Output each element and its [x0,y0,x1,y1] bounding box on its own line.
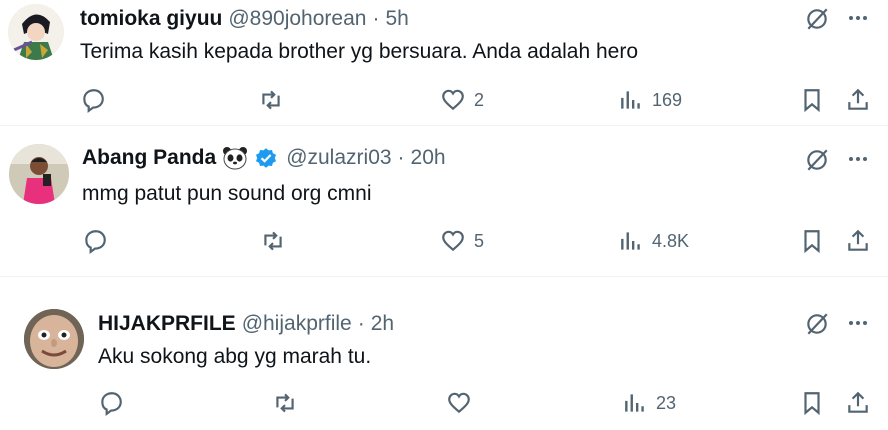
views-button[interactable]: 169 [618,87,682,113]
repost-icon [260,228,286,254]
like-icon [440,228,466,254]
separator-dot: · [397,146,405,169]
like-button[interactable]: 5 [440,228,484,254]
reply-icon [80,87,106,113]
share-icon [845,87,871,113]
repost-button[interactable] [272,390,298,416]
more-icon[interactable] [846,6,870,30]
views-icon [618,87,644,113]
timestamp[interactable]: 2h [371,312,394,336]
bookmark-button[interactable] [799,390,825,416]
tweet[interactable]: Abang Panda @zulazri03 · 20h mmg patut p… [0,126,888,276]
separator-dot: · [372,7,380,30]
bookmark-icon [799,228,825,254]
like-button[interactable] [446,390,480,416]
more-icon[interactable] [846,147,870,171]
timestamp[interactable]: 5h [385,7,408,31]
avatar[interactable] [8,4,64,60]
more-icon[interactable] [846,311,870,335]
repost-icon [258,87,284,113]
bookmark-button[interactable] [799,87,825,113]
avatar[interactable] [9,144,69,204]
separator-dot: · [357,312,365,335]
like-count: 5 [474,230,485,251]
share-icon [845,228,871,254]
display-name[interactable]: HIJAKPRFILE [98,312,236,336]
repost-button[interactable] [260,228,286,254]
repost-button[interactable] [258,87,284,113]
verified-badge-icon[interactable] [254,146,278,170]
share-button[interactable] [845,390,871,416]
display-name[interactable]: tomioka giyuu [80,7,222,31]
reply-icon [98,390,124,416]
handle[interactable]: @zulazri03 [286,146,391,170]
grok-icon[interactable] [804,6,830,32]
tweet-text: Terima kasih kepada brother yg bersuara.… [80,40,639,63]
views-icon [622,390,648,416]
share-button[interactable] [845,87,871,113]
avatar[interactable] [24,309,84,369]
share-icon [845,390,871,416]
handle[interactable]: @hijakprfile [242,312,352,336]
reply-icon [82,228,108,254]
like-count: 2 [474,89,485,110]
reply-button[interactable] [82,228,108,254]
timestamp[interactable]: 20h [411,146,446,170]
tweet[interactable]: tomioka giyuu @890johorean · 5h Terima k… [0,0,888,125]
share-button[interactable] [845,228,871,254]
grok-icon[interactable] [804,147,830,173]
grok-icon[interactable] [804,311,830,337]
tweet-text: Aku sokong abg yg marah tu. [98,345,372,368]
view-count: 23 [656,392,677,413]
views-button[interactable]: 4.8K [618,228,689,254]
reply-button[interactable] [98,390,124,416]
like-icon [446,390,472,416]
views-button[interactable]: 23 [622,390,676,416]
handle[interactable]: @890johorean [228,7,366,31]
like-icon [440,87,466,113]
tweet-text: mmg patut pun sound org cmni [82,182,372,205]
repost-icon [272,390,298,416]
view-count: 169 [652,89,683,110]
reply-button[interactable] [80,87,106,113]
panda-emoji-icon [222,146,248,170]
tweet[interactable]: HIJAKPRFILE @hijakprfile · 2h Aku sokong… [0,277,888,430]
views-icon [618,228,644,254]
bookmark-button[interactable] [799,228,825,254]
view-count: 4.8K [652,230,690,251]
like-button[interactable]: 2 [440,87,484,113]
bookmark-icon [799,87,825,113]
display-name[interactable]: Abang Panda [82,146,216,170]
bookmark-icon [799,390,825,416]
